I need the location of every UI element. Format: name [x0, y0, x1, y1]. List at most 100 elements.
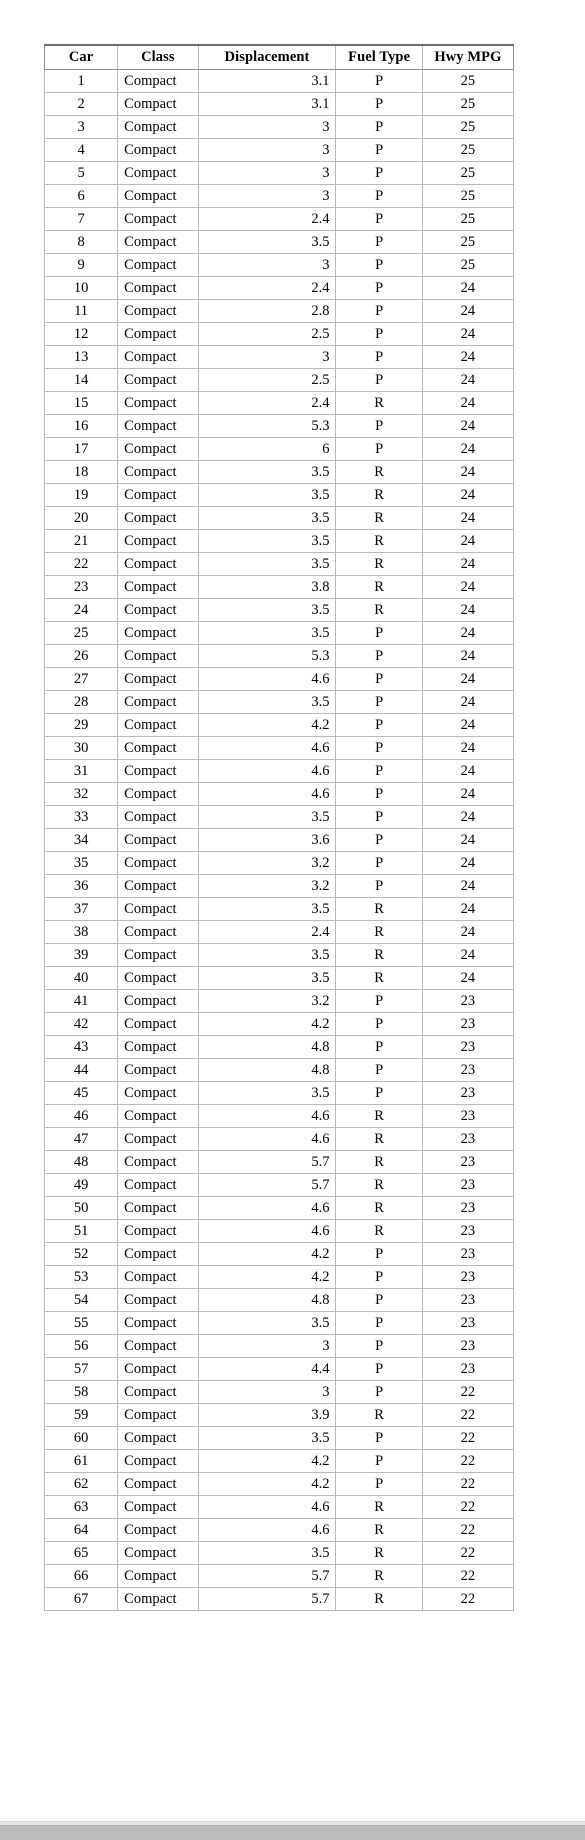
cell-class[interactable]: Compact [117, 414, 199, 438]
table-row[interactable]: 45 Compact 3.5 P 23 [44, 1081, 514, 1105]
cell-displacement[interactable]: 3 [197, 1380, 337, 1404]
table-row[interactable]: 60 Compact 3.5 P 22 [44, 1426, 514, 1450]
cell-displacement[interactable]: 4.8 [197, 1035, 337, 1059]
cell-displacement[interactable]: 4.6 [197, 1219, 337, 1243]
cell-car-number[interactable]: 18 [44, 460, 119, 484]
table-row[interactable]: 12 Compact 2.5 P 24 [44, 322, 514, 346]
cell-car-number[interactable]: 11 [44, 299, 119, 323]
cell-displacement[interactable]: 3.2 [197, 874, 337, 898]
cell-fuel-type[interactable]: P [335, 1081, 423, 1105]
table-row[interactable]: 49 Compact 5.7 R 23 [44, 1173, 514, 1197]
cell-hwy-mpg[interactable]: 24 [421, 736, 514, 760]
cell-car-number[interactable]: 59 [44, 1403, 119, 1427]
cell-fuel-type[interactable]: R [335, 598, 423, 622]
cell-class[interactable]: Compact [117, 598, 199, 622]
cell-hwy-mpg[interactable]: 22 [421, 1449, 514, 1473]
cell-car-number[interactable]: 26 [44, 644, 119, 668]
cell-car-number[interactable]: 60 [44, 1426, 119, 1450]
cell-class[interactable]: Compact [117, 1012, 199, 1036]
cell-fuel-type[interactable]: P [335, 138, 423, 162]
cell-car-number[interactable]: 64 [44, 1518, 119, 1542]
cell-class[interactable]: Compact [117, 1495, 199, 1519]
cell-fuel-type[interactable]: R [335, 1127, 423, 1151]
cell-displacement[interactable]: 4.2 [197, 1012, 337, 1036]
table-row[interactable]: 5 Compact 3 P 25 [44, 161, 514, 185]
cell-displacement[interactable]: 4.6 [197, 1196, 337, 1220]
table-row[interactable]: 1 Compact 3.1 P 25 [44, 69, 514, 93]
cell-fuel-type[interactable]: R [335, 1173, 423, 1197]
cell-class[interactable]: Compact [117, 368, 199, 392]
cell-class[interactable]: Compact [117, 690, 199, 714]
cell-car-number[interactable]: 58 [44, 1380, 119, 1404]
cell-fuel-type[interactable]: P [335, 345, 423, 369]
cell-car-number[interactable]: 17 [44, 437, 119, 461]
cell-displacement[interactable]: 3.5 [197, 897, 337, 921]
cell-class[interactable]: Compact [117, 483, 199, 507]
table-row[interactable]: 47 Compact 4.6 R 23 [44, 1127, 514, 1151]
cell-hwy-mpg[interactable]: 25 [421, 184, 514, 208]
cell-car-number[interactable]: 31 [44, 759, 119, 783]
table-row[interactable]: 30 Compact 4.6 P 24 [44, 736, 514, 760]
cell-displacement[interactable]: 4.2 [197, 1449, 337, 1473]
cell-fuel-type[interactable]: P [335, 1449, 423, 1473]
cell-fuel-type[interactable]: R [335, 1219, 423, 1243]
column-header-hwy-mpg[interactable]: Hwy MPG [421, 44, 514, 70]
cell-hwy-mpg[interactable]: 24 [421, 713, 514, 737]
cell-displacement[interactable]: 4.6 [197, 736, 337, 760]
cell-displacement[interactable]: 3.5 [197, 1426, 337, 1450]
table-row[interactable]: 31 Compact 4.6 P 24 [44, 759, 514, 783]
cell-displacement[interactable]: 3 [197, 253, 337, 277]
cell-fuel-type[interactable]: R [335, 575, 423, 599]
table-row[interactable]: 33 Compact 3.5 P 24 [44, 805, 514, 829]
cell-displacement[interactable]: 2.8 [197, 299, 337, 323]
cell-hwy-mpg[interactable]: 23 [421, 989, 514, 1013]
cell-car-number[interactable]: 16 [44, 414, 119, 438]
cell-class[interactable]: Compact [117, 897, 199, 921]
table-row[interactable]: 28 Compact 3.5 P 24 [44, 690, 514, 714]
table-row[interactable]: 13 Compact 3 P 24 [44, 345, 514, 369]
cell-class[interactable]: Compact [117, 713, 199, 737]
cell-displacement[interactable]: 2.4 [197, 276, 337, 300]
cell-class[interactable]: Compact [117, 460, 199, 484]
table-row[interactable]: 34 Compact 3.6 P 24 [44, 828, 514, 852]
cell-car-number[interactable]: 23 [44, 575, 119, 599]
cell-fuel-type[interactable]: P [335, 1357, 423, 1381]
cell-class[interactable]: Compact [117, 1104, 199, 1128]
cell-class[interactable]: Compact [117, 1058, 199, 1082]
cell-car-number[interactable]: 54 [44, 1288, 119, 1312]
cell-hwy-mpg[interactable]: 24 [421, 552, 514, 576]
cell-car-number[interactable]: 42 [44, 1012, 119, 1036]
cell-displacement[interactable]: 4.6 [197, 667, 337, 691]
cell-class[interactable]: Compact [117, 1150, 199, 1174]
cell-hwy-mpg[interactable]: 24 [421, 943, 514, 967]
cell-class[interactable]: Compact [117, 299, 199, 323]
cell-fuel-type[interactable]: P [335, 92, 423, 116]
cell-displacement[interactable]: 3.2 [197, 851, 337, 875]
cell-car-number[interactable]: 12 [44, 322, 119, 346]
table-row[interactable]: 62 Compact 4.2 P 22 [44, 1472, 514, 1496]
cell-fuel-type[interactable]: R [335, 897, 423, 921]
cell-displacement[interactable]: 4.6 [197, 1104, 337, 1128]
cell-hwy-mpg[interactable]: 25 [421, 138, 514, 162]
table-row[interactable]: 50 Compact 4.6 R 23 [44, 1196, 514, 1220]
cell-fuel-type[interactable]: P [335, 322, 423, 346]
cell-class[interactable]: Compact [117, 989, 199, 1013]
table-row[interactable]: 3 Compact 3 P 25 [44, 115, 514, 139]
table-row[interactable]: 2 Compact 3.1 P 25 [44, 92, 514, 116]
cell-hwy-mpg[interactable]: 24 [421, 460, 514, 484]
cell-hwy-mpg[interactable]: 24 [421, 621, 514, 645]
cell-hwy-mpg[interactable]: 23 [421, 1242, 514, 1266]
cell-class[interactable]: Compact [117, 1587, 199, 1611]
cell-class[interactable]: Compact [117, 276, 199, 300]
cell-hwy-mpg[interactable]: 25 [421, 115, 514, 139]
cell-displacement[interactable]: 2.4 [197, 920, 337, 944]
cell-fuel-type[interactable]: P [335, 759, 423, 783]
cell-displacement[interactable]: 3.5 [197, 552, 337, 576]
cell-displacement[interactable]: 3.1 [197, 69, 337, 93]
cell-fuel-type[interactable]: P [335, 1288, 423, 1312]
cell-class[interactable]: Compact [117, 1127, 199, 1151]
cell-hwy-mpg[interactable]: 22 [421, 1380, 514, 1404]
cell-displacement[interactable]: 2.5 [197, 368, 337, 392]
cell-class[interactable]: Compact [117, 115, 199, 139]
cell-class[interactable]: Compact [117, 851, 199, 875]
